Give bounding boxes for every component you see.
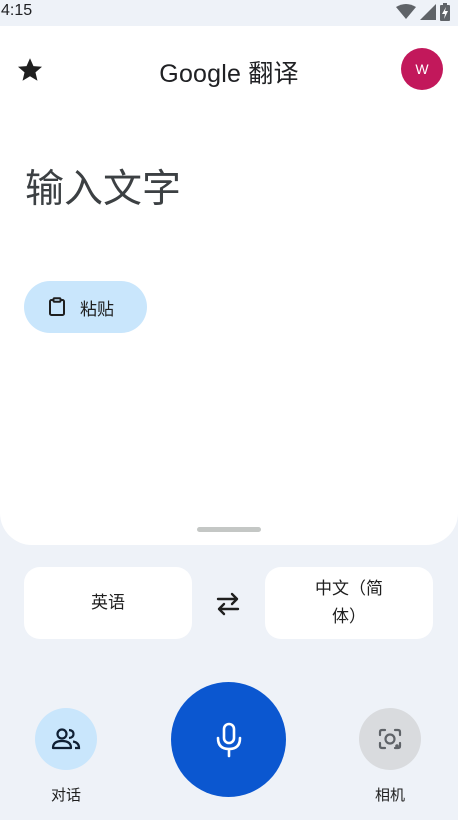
signal-icon (420, 4, 436, 20)
source-language-button[interactable]: 英语 (24, 567, 192, 639)
target-language-button[interactable]: 中文（简 体） (265, 567, 433, 639)
wifi-icon (396, 4, 416, 19)
swap-languages-button[interactable] (212, 589, 244, 619)
app-title: Google 翻译 (0, 54, 458, 90)
swap-arrows-icon (216, 592, 240, 616)
camera-label: 相机 (374, 786, 405, 804)
camera-button[interactable] (359, 708, 421, 770)
avatar-initial: W (415, 61, 429, 77)
paste-label: 粘贴 (80, 299, 114, 320)
source-text-input[interactable]: 输入文字 (25, 158, 181, 214)
camera-lens-icon (378, 728, 402, 750)
status-icons (396, 3, 450, 21)
google-logo-text: Google (159, 60, 242, 88)
clipboard-icon (49, 297, 65, 316)
target-language-line1: 中文（简 (315, 579, 383, 599)
target-language-line2: 体） (332, 607, 366, 627)
paste-button[interactable]: 粘贴 (24, 281, 147, 333)
voice-input-button[interactable] (171, 682, 286, 797)
status-time: 4:15 (1, 2, 33, 19)
battery-charging-icon (440, 3, 450, 21)
mic-icon (216, 722, 241, 757)
drag-handle[interactable] (197, 527, 261, 532)
status-bar: 4:15 (0, 0, 458, 26)
conversation-label: 对话 (50, 786, 81, 804)
product-name: 翻译 (248, 60, 299, 88)
account-avatar[interactable]: W (401, 48, 443, 90)
source-language-label: 英语 (91, 593, 125, 613)
people-icon (51, 728, 81, 750)
target-language-label: 中文（简 体） (304, 575, 394, 631)
conversation-button[interactable] (35, 708, 97, 770)
